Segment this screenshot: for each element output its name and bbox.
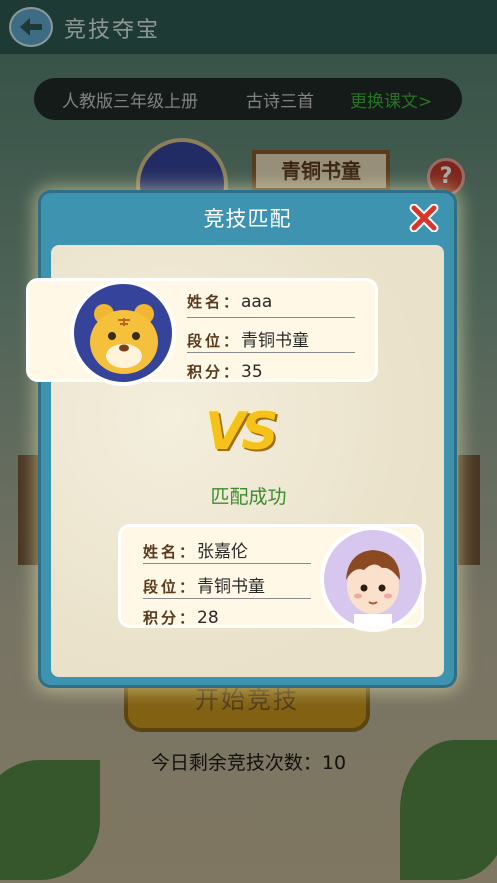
player1-name-row: 姓名：aaa	[187, 291, 272, 312]
boy-icon	[346, 550, 400, 628]
player2-name: 张嘉伦	[197, 542, 249, 562]
rank-label: 段位：	[187, 332, 242, 350]
divider	[143, 563, 311, 564]
remaining-label: 今日剩余竞技次数：	[150, 752, 322, 774]
vs-badge: VS	[205, 402, 279, 462]
remaining-count: 10	[321, 752, 347, 774]
name-label: 姓名：	[143, 543, 198, 561]
close-button[interactable]	[407, 203, 441, 233]
player2-rank: 青铜书童	[197, 577, 266, 597]
match-status: 匹配成功	[210, 486, 287, 508]
rank-label: 段位：	[143, 578, 198, 596]
tiger-avatar	[70, 280, 176, 386]
tiger-icon	[90, 304, 158, 374]
boy-avatar	[320, 526, 426, 632]
dialog-title: 竞技匹配	[203, 207, 292, 231]
score-label: 积分：	[143, 609, 198, 627]
player2-rank-row: 段位：青铜书童	[143, 572, 265, 597]
player1-score: 35	[241, 362, 263, 382]
player1-rank: 青铜书童	[241, 331, 310, 351]
divider	[143, 598, 311, 599]
player1-name: aaa	[241, 292, 273, 312]
player1-score-row: 积分：35	[187, 361, 263, 382]
player2-score-row: 积分：28	[143, 607, 219, 628]
player2-score: 28	[197, 608, 219, 628]
divider	[187, 317, 355, 318]
score-label: 积分：	[187, 363, 242, 381]
player2-name-row: 姓名：张嘉伦	[143, 537, 248, 562]
divider	[187, 352, 355, 353]
name-label: 姓名：	[187, 293, 242, 311]
remaining-attempts: 今日剩余竞技次数：10	[0, 748, 497, 775]
close-icon	[409, 204, 439, 232]
player1-rank-row: 段位：青铜书童	[187, 326, 309, 351]
